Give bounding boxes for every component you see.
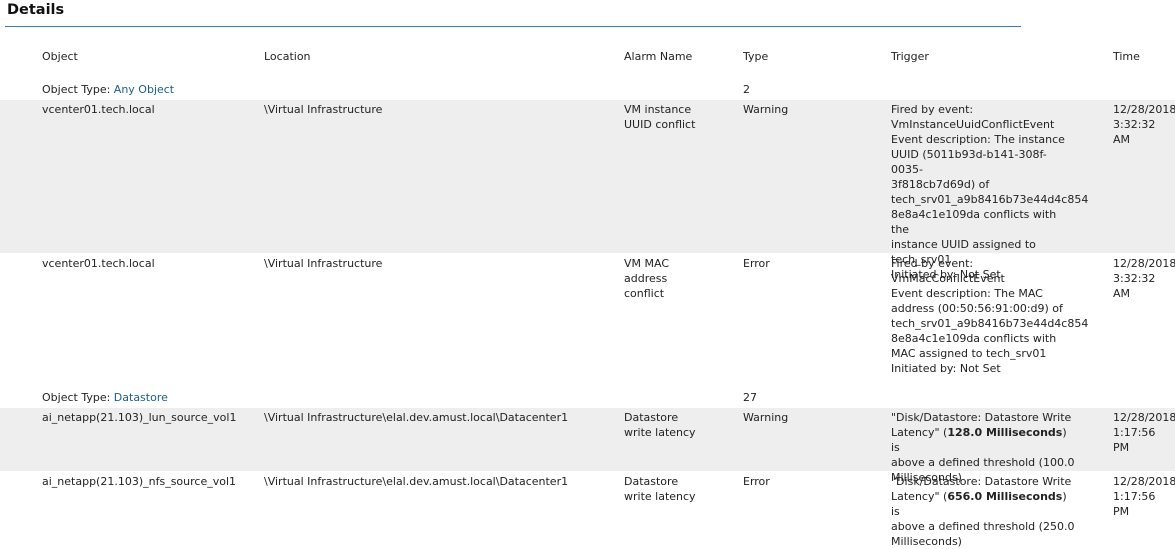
column-header-object[interactable]: Object — [42, 50, 252, 63]
row-object: ai_netapp(21.103)_lun_source_vol1 — [42, 411, 237, 424]
row-alarm-name: Datastore write latency — [624, 411, 696, 439]
column-header-location[interactable]: Location — [264, 50, 619, 63]
row-type: Warning — [743, 103, 789, 116]
group-label-text: Object Type: — [42, 83, 111, 96]
column-header-trigger[interactable]: Trigger — [891, 50, 1075, 63]
column-header-type[interactable]: Type — [743, 50, 883, 63]
column-header-alarm-name[interactable]: Alarm Name — [624, 50, 734, 63]
section-title: Details — [7, 2, 65, 18]
row-object: ai_netapp(21.103)_nfs_source_vol1 — [42, 475, 237, 488]
row-object: vcenter01.tech.local — [42, 257, 155, 270]
group-header-any-object: Object Type: Any Object 2 — [0, 83, 1175, 98]
row-time: 12/28/2018 1:17:56 PM — [1113, 411, 1175, 454]
row-location: \Virtual Infrastructure\elal.dev.amust.l… — [264, 475, 569, 488]
table-header: Object Location Alarm Name Type Trigger … — [0, 50, 1175, 66]
group-header-datastore: Object Type: Datastore 27 — [0, 391, 1175, 406]
table-row: vcenter01.tech.local \Virtual Infrastruc… — [0, 254, 1175, 384]
row-object: vcenter01.tech.local — [42, 103, 155, 116]
group-count: 27 — [743, 391, 757, 404]
group-object-type-link[interactable]: Datastore — [114, 391, 168, 404]
row-location: \Virtual Infrastructure — [264, 103, 383, 116]
row-time: 12/28/2018 1:17:56 PM — [1113, 475, 1175, 518]
row-location: \Virtual Infrastructure — [264, 257, 383, 270]
group-object-type-link[interactable]: Any Object — [114, 83, 174, 96]
table-row: vcenter01.tech.local \Virtual Infrastruc… — [0, 100, 1175, 281]
row-location: \Virtual Infrastructure\elal.dev.amust.l… — [264, 411, 569, 424]
trigger-value: 128.0 Milliseconds — [947, 426, 1063, 439]
row-type: Warning — [743, 411, 789, 424]
trigger-value: 656.0 Milliseconds — [947, 490, 1063, 503]
column-header-time[interactable]: Time — [1113, 50, 1175, 63]
row-time: 12/28/2018 3:32:32 AM — [1113, 103, 1175, 146]
row-trigger: Fired by event: VmMacConflictEvent Event… — [891, 257, 1089, 375]
title-divider — [5, 26, 1021, 27]
row-time: 12/28/2018 3:32:32 AM — [1113, 257, 1175, 300]
group-count: 2 — [743, 83, 750, 96]
group-label-text: Object Type: — [42, 391, 111, 404]
row-alarm-name: VM instance UUID conflict — [624, 103, 696, 131]
row-type: Error — [743, 257, 770, 270]
row-trigger: "Disk/Datastore: Datastore Write Latency… — [891, 474, 1075, 549]
group-label: Object Type: Any Object — [42, 83, 252, 96]
group-label: Object Type: Datastore — [42, 391, 252, 404]
row-alarm-name: VM MAC address conflict — [624, 257, 670, 300]
table-row: ai_netapp(21.103)_nfs_source_vol1 \Virtu… — [0, 472, 1175, 548]
row-alarm-name: Datastore write latency — [624, 475, 696, 503]
table-row: ai_netapp(21.103)_lun_source_vol1 \Virtu… — [0, 408, 1175, 484]
row-type: Error — [743, 475, 770, 488]
